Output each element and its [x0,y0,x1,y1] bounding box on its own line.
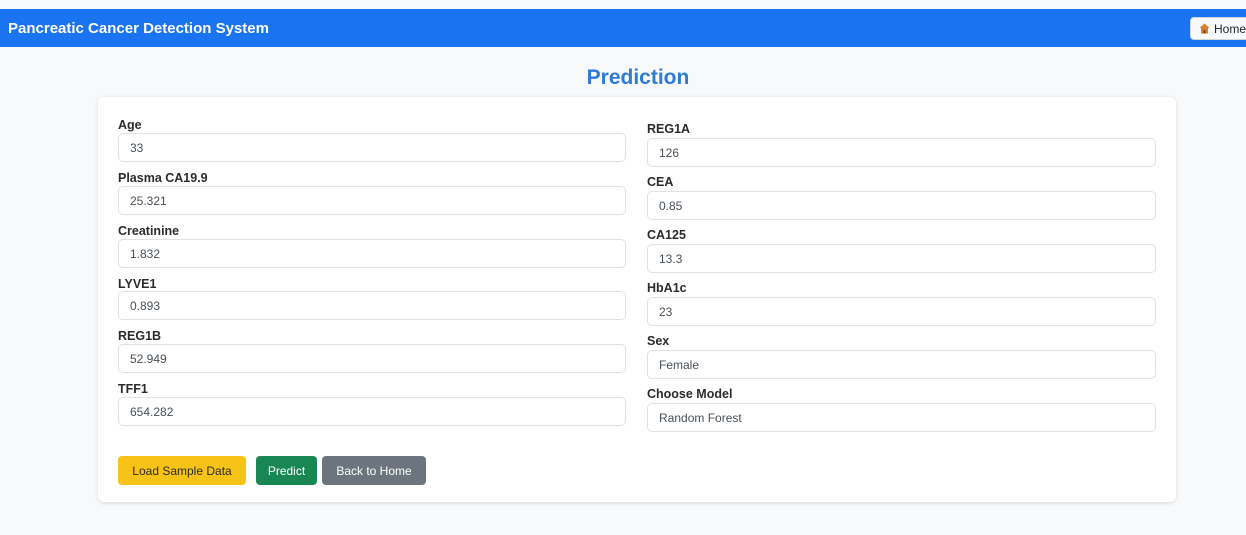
navbar: Pancreatic Cancer Detection System Home [0,9,1246,47]
plasma-ca19-9-label: Plasma CA19.9 [118,171,208,185]
load-sample-data-button[interactable]: Load Sample Data [118,456,246,485]
ca125-label: CA125 [647,228,686,242]
tff1-input[interactable]: 654.282 [118,397,626,426]
sex-select[interactable]: Female [647,350,1156,379]
reg1b-label: REG1B [118,329,162,343]
creatinine-label: Creatinine [118,224,180,238]
back-to-home-button[interactable]: Back to Home [322,456,426,485]
hba1c-input[interactable]: 23 [647,297,1156,326]
choose-model-label: Choose Model [647,387,733,401]
age-input[interactable]: 33 [118,133,626,162]
age-label: Age [118,118,142,132]
cea-label: CEA [647,175,674,189]
creatinine-input[interactable]: 1.832 [118,239,626,268]
plasma-ca19-9-input[interactable]: 25.321 [118,186,626,215]
lyve1-input[interactable]: 0.893 [118,291,626,320]
cea-input[interactable]: 0.85 [647,191,1156,220]
home-button[interactable]: Home [1190,17,1246,40]
prediction-form-card: Age 33 Plasma CA19.9 25.321 Creatinine 1… [98,97,1176,502]
sex-label: Sex [647,334,670,348]
reg1a-input[interactable]: 126 [647,138,1156,167]
hba1c-label: HbA1c [647,281,687,295]
page-title: Prediction [586,66,690,89]
reg1a-label: REG1A [647,122,691,136]
ca125-input[interactable]: 13.3 [647,244,1156,273]
house-icon [1199,23,1210,34]
lyve1-label: LYVE1 [118,277,157,291]
home-button-label: Home [1214,21,1246,36]
reg1b-input[interactable]: 52.949 [118,344,626,373]
brand-title[interactable]: Pancreatic Cancer Detection System [8,20,269,37]
choose-model-select[interactable]: Random Forest [647,403,1156,432]
predict-button[interactable]: Predict [256,456,317,485]
tff1-label: TFF1 [118,382,148,396]
